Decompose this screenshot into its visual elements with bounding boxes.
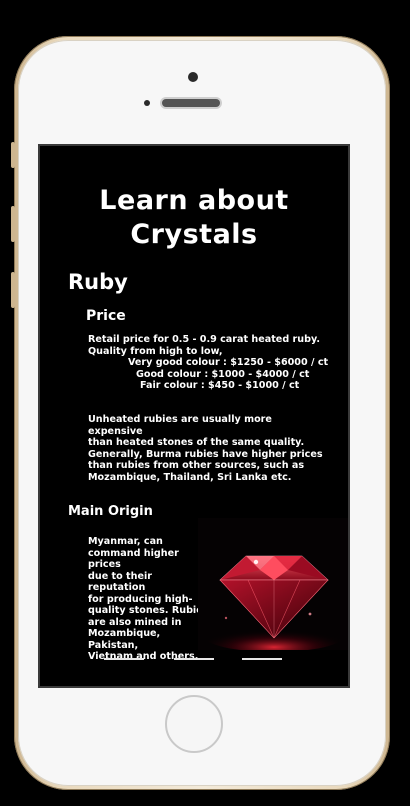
title-line-2: Crystals: [130, 219, 258, 250]
app-screen: Learn about Crystals Ruby Price Retail p…: [38, 144, 350, 688]
origin-line: due to their reputation: [88, 570, 153, 594]
page-title: Learn about Crystals: [40, 184, 348, 252]
page-indicator-dash-3[interactable]: [242, 658, 282, 660]
page-indicator-dash-2[interactable]: [174, 658, 214, 660]
page-indicator: [40, 658, 348, 664]
price-line: Retail price for 0.5 - 0.9 carat heated …: [88, 334, 320, 345]
volume-down-button: [11, 272, 15, 308]
price-grade-good: Good colour : $1000 - $4000 / ct: [136, 368, 310, 380]
origin-line: Mozambique, Pakistan,: [88, 628, 161, 651]
title-line-1: Learn about: [99, 185, 289, 216]
origin-line: Myanmar, can: [88, 536, 163, 547]
price-details: Retail price for 0.5 - 0.9 carat heated …: [88, 334, 336, 392]
origin-line: command higher prices: [88, 547, 179, 571]
front-camera: [188, 72, 198, 82]
unheated-line: than heated stones of the same quality.: [88, 437, 305, 448]
origin-line: for producing high-: [88, 593, 193, 605]
unheated-line: Mozambique, Thailand, Sri Lanka etc.: [88, 471, 292, 483]
unheated-line: than rubies from other sources, such as: [88, 460, 305, 471]
proximity-sensor: [144, 100, 150, 106]
price-grade-very-good: Very good colour : $1250 - $6000 / ct: [128, 357, 329, 368]
earpiece-speaker: [162, 99, 220, 107]
gem-name-heading: Ruby: [68, 270, 128, 294]
unheated-line: Generally, Burma rubies have higher pric…: [88, 448, 323, 460]
origin-line: are also mined in: [88, 616, 182, 628]
volume-up-button: [11, 206, 15, 242]
mute-switch: [11, 142, 15, 168]
page-indicator-dash-1[interactable]: [104, 658, 144, 660]
unheated-note: Unheated rubies are usually more expensi…: [88, 414, 328, 483]
price-grade-fair: Fair colour : $450 - $1000 / ct: [140, 380, 300, 391]
ruby-gem-icon: [198, 518, 348, 650]
unheated-line: Unheated rubies are usually more expensi…: [88, 414, 272, 437]
origin-description: Myanmar, can command higher prices due t…: [88, 536, 212, 663]
origin-line: quality stones. Rubies: [88, 605, 209, 616]
origin-heading: Main Origin: [68, 504, 153, 519]
price-heading: Price: [86, 308, 126, 324]
home-button[interactable]: [165, 695, 223, 753]
price-line: Quality from high to low,: [88, 345, 223, 357]
